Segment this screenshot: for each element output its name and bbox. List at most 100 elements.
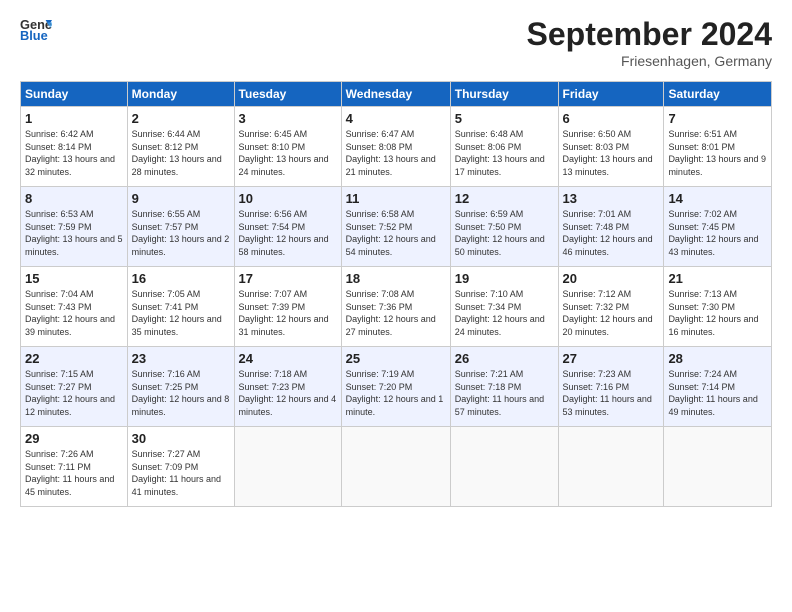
- day-info: Sunrise: 7:04 AMSunset: 7:43 PMDaylight:…: [25, 289, 115, 337]
- table-row: 19 Sunrise: 7:10 AMSunset: 7:34 PMDaylig…: [450, 267, 558, 347]
- day-number: 18: [346, 271, 446, 286]
- day-number: 10: [239, 191, 337, 206]
- day-number: 27: [563, 351, 660, 366]
- day-info: Sunrise: 7:10 AMSunset: 7:34 PMDaylight:…: [455, 289, 545, 337]
- day-info: Sunrise: 7:07 AMSunset: 7:39 PMDaylight:…: [239, 289, 329, 337]
- day-info: Sunrise: 7:27 AMSunset: 7:09 PMDaylight:…: [132, 449, 221, 497]
- logo: General Blue: [20, 16, 54, 44]
- table-row: 4 Sunrise: 6:47 AMSunset: 8:08 PMDayligh…: [341, 107, 450, 187]
- table-row: 26 Sunrise: 7:21 AMSunset: 7:18 PMDaylig…: [450, 347, 558, 427]
- day-number: 14: [668, 191, 767, 206]
- table-row: 14 Sunrise: 7:02 AMSunset: 7:45 PMDaylig…: [664, 187, 772, 267]
- col-friday: Friday: [558, 82, 664, 107]
- calendar-week-row: 8 Sunrise: 6:53 AMSunset: 7:59 PMDayligh…: [21, 187, 772, 267]
- day-info: Sunrise: 6:45 AMSunset: 8:10 PMDaylight:…: [239, 129, 329, 177]
- table-row: [234, 427, 341, 507]
- day-number: 4: [346, 111, 446, 126]
- day-info: Sunrise: 6:51 AMSunset: 8:01 PMDaylight:…: [668, 129, 766, 177]
- day-number: 19: [455, 271, 554, 286]
- day-number: 7: [668, 111, 767, 126]
- logo-icon: General Blue: [20, 16, 52, 44]
- col-tuesday: Tuesday: [234, 82, 341, 107]
- table-row: 1 Sunrise: 6:42 AMSunset: 8:14 PMDayligh…: [21, 107, 128, 187]
- table-row: 21 Sunrise: 7:13 AMSunset: 7:30 PMDaylig…: [664, 267, 772, 347]
- day-number: 1: [25, 111, 123, 126]
- table-row: 30 Sunrise: 7:27 AMSunset: 7:09 PMDaylig…: [127, 427, 234, 507]
- table-row: 2 Sunrise: 6:44 AMSunset: 8:12 PMDayligh…: [127, 107, 234, 187]
- table-row: 22 Sunrise: 7:15 AMSunset: 7:27 PMDaylig…: [21, 347, 128, 427]
- table-row: 7 Sunrise: 6:51 AMSunset: 8:01 PMDayligh…: [664, 107, 772, 187]
- location: Friesenhagen, Germany: [527, 53, 772, 69]
- calendar-week-row: 29 Sunrise: 7:26 AMSunset: 7:11 PMDaylig…: [21, 427, 772, 507]
- table-row: 17 Sunrise: 7:07 AMSunset: 7:39 PMDaylig…: [234, 267, 341, 347]
- day-number: 11: [346, 191, 446, 206]
- day-info: Sunrise: 7:16 AMSunset: 7:25 PMDaylight:…: [132, 369, 230, 417]
- day-info: Sunrise: 7:26 AMSunset: 7:11 PMDaylight:…: [25, 449, 114, 497]
- day-number: 12: [455, 191, 554, 206]
- table-row: 24 Sunrise: 7:18 AMSunset: 7:23 PMDaylig…: [234, 347, 341, 427]
- col-wednesday: Wednesday: [341, 82, 450, 107]
- table-row: [558, 427, 664, 507]
- calendar-table: Sunday Monday Tuesday Wednesday Thursday…: [20, 81, 772, 507]
- table-row: 25 Sunrise: 7:19 AMSunset: 7:20 PMDaylig…: [341, 347, 450, 427]
- table-row: 12 Sunrise: 6:59 AMSunset: 7:50 PMDaylig…: [450, 187, 558, 267]
- day-number: 25: [346, 351, 446, 366]
- day-number: 9: [132, 191, 230, 206]
- day-info: Sunrise: 7:19 AMSunset: 7:20 PMDaylight:…: [346, 369, 444, 417]
- day-number: 26: [455, 351, 554, 366]
- svg-text:Blue: Blue: [20, 28, 48, 43]
- table-row: 27 Sunrise: 7:23 AMSunset: 7:16 PMDaylig…: [558, 347, 664, 427]
- col-thursday: Thursday: [450, 82, 558, 107]
- table-row: 23 Sunrise: 7:16 AMSunset: 7:25 PMDaylig…: [127, 347, 234, 427]
- table-row: 10 Sunrise: 6:56 AMSunset: 7:54 PMDaylig…: [234, 187, 341, 267]
- day-number: 17: [239, 271, 337, 286]
- day-number: 15: [25, 271, 123, 286]
- table-row: 13 Sunrise: 7:01 AMSunset: 7:48 PMDaylig…: [558, 187, 664, 267]
- day-info: Sunrise: 7:08 AMSunset: 7:36 PMDaylight:…: [346, 289, 436, 337]
- day-info: Sunrise: 7:12 AMSunset: 7:32 PMDaylight:…: [563, 289, 653, 337]
- day-info: Sunrise: 7:01 AMSunset: 7:48 PMDaylight:…: [563, 209, 653, 257]
- day-info: Sunrise: 6:48 AMSunset: 8:06 PMDaylight:…: [455, 129, 545, 177]
- day-number: 13: [563, 191, 660, 206]
- col-sunday: Sunday: [21, 82, 128, 107]
- header: General Blue September 2024 Friesenhagen…: [20, 16, 772, 69]
- day-info: Sunrise: 7:24 AMSunset: 7:14 PMDaylight:…: [668, 369, 757, 417]
- day-info: Sunrise: 7:02 AMSunset: 7:45 PMDaylight:…: [668, 209, 758, 257]
- day-number: 29: [25, 431, 123, 446]
- table-row: [664, 427, 772, 507]
- table-row: 29 Sunrise: 7:26 AMSunset: 7:11 PMDaylig…: [21, 427, 128, 507]
- day-info: Sunrise: 7:21 AMSunset: 7:18 PMDaylight:…: [455, 369, 544, 417]
- day-number: 28: [668, 351, 767, 366]
- calendar-week-row: 15 Sunrise: 7:04 AMSunset: 7:43 PMDaylig…: [21, 267, 772, 347]
- table-row: 18 Sunrise: 7:08 AMSunset: 7:36 PMDaylig…: [341, 267, 450, 347]
- day-number: 16: [132, 271, 230, 286]
- day-number: 30: [132, 431, 230, 446]
- day-number: 23: [132, 351, 230, 366]
- table-row: 16 Sunrise: 7:05 AMSunset: 7:41 PMDaylig…: [127, 267, 234, 347]
- table-row: 8 Sunrise: 6:53 AMSunset: 7:59 PMDayligh…: [21, 187, 128, 267]
- table-row: 11 Sunrise: 6:58 AMSunset: 7:52 PMDaylig…: [341, 187, 450, 267]
- day-info: Sunrise: 7:13 AMSunset: 7:30 PMDaylight:…: [668, 289, 758, 337]
- title-section: September 2024 Friesenhagen, Germany: [527, 16, 772, 69]
- day-number: 6: [563, 111, 660, 126]
- day-info: Sunrise: 7:18 AMSunset: 7:23 PMDaylight:…: [239, 369, 337, 417]
- day-info: Sunrise: 7:15 AMSunset: 7:27 PMDaylight:…: [25, 369, 115, 417]
- day-number: 2: [132, 111, 230, 126]
- table-row: [341, 427, 450, 507]
- calendar-week-row: 22 Sunrise: 7:15 AMSunset: 7:27 PMDaylig…: [21, 347, 772, 427]
- day-number: 3: [239, 111, 337, 126]
- day-info: Sunrise: 6:55 AMSunset: 7:57 PMDaylight:…: [132, 209, 230, 257]
- table-row: 3 Sunrise: 6:45 AMSunset: 8:10 PMDayligh…: [234, 107, 341, 187]
- table-row: 9 Sunrise: 6:55 AMSunset: 7:57 PMDayligh…: [127, 187, 234, 267]
- month-title: September 2024: [527, 16, 772, 53]
- day-info: Sunrise: 6:59 AMSunset: 7:50 PMDaylight:…: [455, 209, 545, 257]
- day-info: Sunrise: 7:23 AMSunset: 7:16 PMDaylight:…: [563, 369, 652, 417]
- day-number: 24: [239, 351, 337, 366]
- calendar-week-row: 1 Sunrise: 6:42 AMSunset: 8:14 PMDayligh…: [21, 107, 772, 187]
- day-number: 5: [455, 111, 554, 126]
- day-number: 22: [25, 351, 123, 366]
- day-info: Sunrise: 6:53 AMSunset: 7:59 PMDaylight:…: [25, 209, 123, 257]
- day-number: 20: [563, 271, 660, 286]
- calendar-header-row: Sunday Monday Tuesday Wednesday Thursday…: [21, 82, 772, 107]
- day-number: 21: [668, 271, 767, 286]
